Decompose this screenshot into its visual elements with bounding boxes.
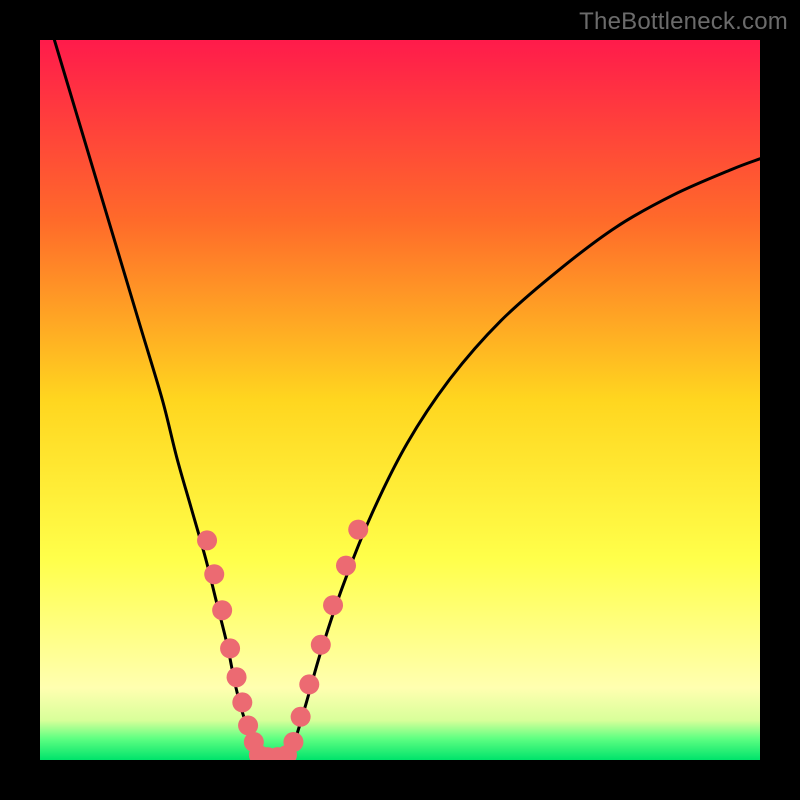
marker-right-dots xyxy=(336,556,356,576)
chart-frame: TheBottleneck.com xyxy=(0,0,800,800)
watermark-label: TheBottleneck.com xyxy=(579,8,788,36)
plot-area xyxy=(40,40,760,760)
marker-right-dots xyxy=(348,520,368,540)
marker-right-dots xyxy=(311,635,331,655)
marker-left-dots xyxy=(212,600,232,620)
chart-svg xyxy=(40,40,760,760)
gradient-background xyxy=(40,40,760,760)
marker-left-dots xyxy=(227,667,247,687)
marker-right-dots xyxy=(299,674,319,694)
marker-left-dots xyxy=(232,692,252,712)
marker-right-dots xyxy=(323,595,343,615)
marker-left-dots xyxy=(220,638,240,658)
marker-left-dots xyxy=(204,564,224,584)
marker-right-dots xyxy=(291,707,311,727)
marker-left-dots xyxy=(197,530,217,550)
